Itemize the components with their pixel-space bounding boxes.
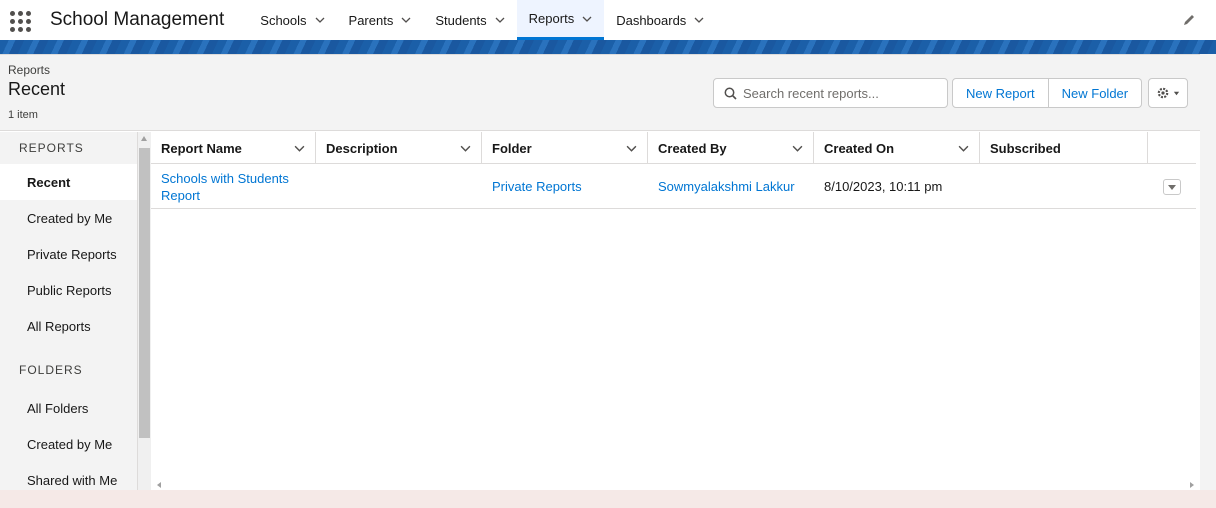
cell-report-name: Schools with Students Report bbox=[161, 164, 311, 209]
nav-tab-parents[interactable]: Parents bbox=[337, 0, 424, 40]
page-eyebrow: Reports bbox=[8, 63, 51, 77]
column-header-subscribed: Subscribed bbox=[980, 132, 1148, 164]
chevron-down-icon[interactable] bbox=[582, 14, 592, 24]
settings-menu-button[interactable] bbox=[1148, 78, 1188, 108]
chevron-down-icon[interactable] bbox=[460, 143, 471, 154]
cell-folder: Private Reports bbox=[492, 164, 642, 209]
row-actions-button[interactable] bbox=[1163, 179, 1181, 195]
chevron-down-icon[interactable] bbox=[958, 143, 969, 154]
scroll-up-arrow-icon[interactable] bbox=[141, 136, 147, 141]
chevron-down-icon[interactable] bbox=[792, 143, 803, 154]
chevron-down-icon[interactable] bbox=[495, 15, 505, 25]
action-button-group: New Report New Folder bbox=[952, 78, 1143, 108]
sidebar-item-all-folders[interactable]: All Folders bbox=[0, 390, 137, 426]
caret-down-icon bbox=[1168, 184, 1176, 190]
table-horizontal-scrollbar[interactable] bbox=[151, 480, 1200, 490]
sidebar-heading-reports: REPORTS bbox=[19, 141, 84, 155]
app-launcher-icon[interactable] bbox=[8, 9, 31, 32]
app-name: School Management bbox=[50, 9, 225, 30]
column-header-folder[interactable]: Folder bbox=[482, 132, 648, 164]
search-input[interactable] bbox=[743, 85, 943, 101]
sidebar-item-folders-created-by-me[interactable]: Created by Me bbox=[0, 426, 137, 462]
column-header-created-by[interactable]: Created By bbox=[648, 132, 814, 164]
chevron-down-icon[interactable] bbox=[401, 15, 411, 25]
reports-sidebar: REPORTS Recent Created by Me Private Rep… bbox=[0, 132, 138, 491]
chevron-down-icon[interactable] bbox=[626, 143, 637, 154]
sidebar-item-recent[interactable]: Recent bbox=[0, 164, 137, 200]
table-row: Schools with Students Report Private Rep… bbox=[151, 164, 1196, 209]
column-header-report-name[interactable]: Report Name bbox=[151, 132, 316, 164]
reports-table: Report Name Description Folder Created B… bbox=[151, 132, 1196, 491]
sidebar-item-all-reports[interactable]: All Reports bbox=[0, 308, 137, 344]
gear-icon bbox=[1157, 87, 1169, 99]
sidebar-item-created-by-me[interactable]: Created by Me bbox=[0, 200, 137, 236]
page-title: Recent bbox=[8, 79, 66, 99]
new-report-button[interactable]: New Report bbox=[952, 78, 1049, 108]
cell-created-by: Sowmyalakshmi Lakkur bbox=[658, 164, 818, 209]
cell-subscribed bbox=[990, 164, 1140, 209]
scroll-left-arrow-icon[interactable] bbox=[157, 482, 161, 488]
cell-created-on: 8/10/2023, 10:11 pm bbox=[824, 179, 943, 194]
new-folder-button[interactable]: New Folder bbox=[1048, 78, 1143, 108]
created-by-link[interactable]: Sowmyalakshmi Lakkur bbox=[658, 179, 795, 194]
sidebar-item-public-reports[interactable]: Public Reports bbox=[0, 272, 137, 308]
item-count: 1 item bbox=[8, 109, 38, 121]
caret-down-icon bbox=[1173, 91, 1180, 95]
nav-tab-schools[interactable]: Schools bbox=[248, 0, 336, 40]
column-header-description[interactable]: Description bbox=[316, 132, 482, 164]
sidebar-heading-folders: FOLDERS bbox=[19, 363, 83, 377]
column-header-created-on[interactable]: Created On bbox=[814, 132, 980, 164]
nav-tab-reports[interactable]: Reports bbox=[516, 0, 605, 40]
search-icon bbox=[724, 87, 737, 100]
scrollbar-thumb[interactable] bbox=[139, 148, 150, 438]
scroll-right-arrow-icon[interactable] bbox=[1190, 482, 1194, 488]
search-box[interactable] bbox=[713, 78, 948, 108]
folder-link[interactable]: Private Reports bbox=[492, 179, 582, 194]
chevron-down-icon[interactable] bbox=[294, 143, 305, 154]
chevron-down-icon[interactable] bbox=[315, 15, 325, 25]
report-name-link[interactable]: Schools with Students Report bbox=[161, 170, 311, 204]
global-nav: School Management Schools Parents Studen… bbox=[0, 0, 1216, 40]
sidebar-scrollbar[interactable] bbox=[138, 132, 151, 497]
reports-card: Reports Recent 1 item New Report New Fol… bbox=[0, 54, 1200, 497]
sidebar-item-private-reports[interactable]: Private Reports bbox=[0, 236, 137, 272]
page-scrollbar[interactable] bbox=[1200, 54, 1216, 490]
os-taskbar bbox=[0, 490, 1216, 508]
edit-pencil-icon[interactable] bbox=[1182, 13, 1196, 27]
header-banner bbox=[0, 40, 1216, 54]
chevron-down-icon[interactable] bbox=[694, 15, 704, 25]
cell-description bbox=[326, 164, 476, 209]
nav-tab-dashboards[interactable]: Dashboards bbox=[604, 0, 716, 40]
table-header: Report Name Description Folder Created B… bbox=[151, 132, 1196, 164]
nav-tab-students[interactable]: Students bbox=[423, 0, 516, 40]
page-header: Reports Recent 1 item New Report New Fol… bbox=[0, 55, 1200, 131]
